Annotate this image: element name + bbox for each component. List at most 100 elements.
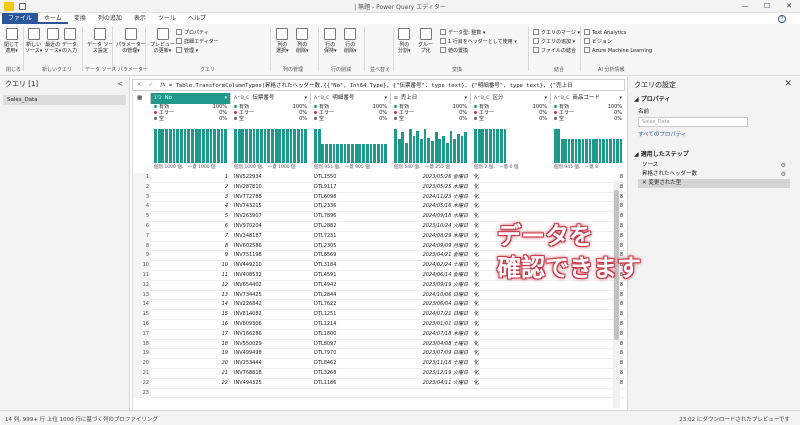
menu-tab-3[interactable]: 列の追加 <box>92 13 128 24</box>
table-cell[interactable]: INV226842 <box>231 300 311 310</box>
column-filter-dropdown-icon[interactable]: ▾ <box>464 93 467 104</box>
table-cell[interactable]: DTL4591 <box>311 271 391 281</box>
table-cell[interactable]: 19 <box>151 349 231 359</box>
table-cell[interactable]: INV768818 <box>231 369 311 379</box>
table-cell[interactable]: 化 <box>471 173 551 183</box>
table-cell[interactable]: 7 <box>133 231 151 242</box>
table-cell[interactable]: 化 <box>471 340 551 350</box>
table-cell[interactable]: DTL1550 <box>311 173 391 183</box>
menu-tab-4[interactable]: 表示 <box>128 13 152 24</box>
table-cell[interactable]: 4 <box>133 202 151 213</box>
vertical-scrollbar[interactable] <box>613 180 620 408</box>
ribbon-button-0[interactable]: 閉じて 適用▾ <box>4 28 19 54</box>
table-cell[interactable]: 2024/08/29 木曜日 <box>391 232 471 242</box>
ribbon-small-button-6[interactable]: クエリのマージ ▾ <box>533 29 580 36</box>
table-cell[interactable]: INV494325 <box>231 379 311 389</box>
ribbon-small-button-4[interactable]: 1 行目をヘッダーとして使用 ▾ <box>440 38 517 45</box>
table-cell[interactable]: DTL8569 <box>311 251 391 261</box>
gear-icon[interactable]: ⚙ <box>781 170 786 179</box>
column-type-icon[interactable]: A^B_C <box>314 96 329 101</box>
table-cell[interactable]: 2023/04/21 金曜日 <box>391 251 471 261</box>
table-cell[interactable]: 2023/05/25 木曜日 <box>391 183 471 193</box>
table-cell[interactable]: 1 <box>151 173 231 183</box>
table-cell[interactable]: 2024/09/18 水曜日 <box>391 212 471 222</box>
table-cell[interactable] <box>311 389 391 399</box>
table-cell[interactable]: 5 <box>151 212 231 222</box>
table-cell[interactable]: DTL3268 <box>311 369 391 379</box>
table-cell[interactable]: 2023/05/26 金曜日 <box>391 173 471 183</box>
table-row[interactable]: 2 2 INV287810 DTL9117 2023/05/25 木曜日化 8 <box>133 182 625 193</box>
table-cell[interactable]: 2024/05/16 木曜日 <box>391 202 471 212</box>
ribbon-small-button-11[interactable]: Azure Machine Learning <box>584 47 652 54</box>
table-row[interactable]: 1 1 INV522934 DTL1550 2023/05/26 金曜日化 8 <box>133 173 625 183</box>
column-type-icon[interactable]: ⊞ <box>394 96 398 101</box>
table-cell[interactable]: 2 <box>151 183 231 193</box>
table-cell[interactable]: 3 <box>133 192 151 203</box>
table-cell[interactable]: 化 <box>471 369 551 379</box>
column-filter-dropdown-icon[interactable]: ▾ <box>384 93 387 104</box>
table-cell[interactable]: 9 <box>133 251 151 262</box>
table-row[interactable]: 22 22 INV494325 DTL1186 2023/04/11 火曜日化 8 <box>133 378 625 389</box>
table-row[interactable]: 18 18 INV550029 DTL8097 2023/04/08 土曜日化 8 <box>133 339 625 350</box>
column-type-icon[interactable]: A^B_C <box>554 96 569 101</box>
table-cell[interactable]: 18 <box>133 339 151 350</box>
table-cell[interactable] <box>471 389 551 399</box>
table-cell[interactable]: 12 <box>133 280 151 291</box>
column-filter-dropdown-icon[interactable]: ▾ <box>224 93 227 104</box>
table-cell[interactable]: INV166286 <box>231 330 311 340</box>
table-cell[interactable]: 16 <box>133 320 151 330</box>
table-cell[interactable]: 6 <box>133 222 151 232</box>
table-cell[interactable]: 10 <box>133 261 151 271</box>
table-cell[interactable]: INV734425 <box>231 291 311 301</box>
ribbon-button-12[interactable]: グルー プ化 <box>418 28 433 54</box>
table-cell[interactable]: 19 <box>133 349 151 360</box>
ribbon-small-button-3[interactable]: データ型: 整数 ▾ <box>440 29 485 36</box>
table-cell[interactable]: 2024/07/21 日曜日 <box>391 310 471 320</box>
applied-step-2[interactable]: ✕ 変更された型 <box>638 179 790 188</box>
table-cell[interactable]: 化 <box>471 349 551 359</box>
confirm-formula-button[interactable]: ✓ <box>145 82 157 88</box>
menu-tab-0[interactable]: ファイル <box>2 13 39 24</box>
table-cell[interactable]: 10 <box>151 261 231 271</box>
table-cell[interactable]: 2024/02/24 土曜日 <box>391 261 471 271</box>
table-cell[interactable]: 2024/11/23 土曜日 <box>391 193 471 203</box>
close-button[interactable]: ✕ <box>778 0 800 13</box>
table-cell[interactable]: DTL9117 <box>311 183 391 193</box>
table-cell[interactable]: INV970204 <box>231 222 311 232</box>
ribbon-small-button-10[interactable]: ビジョン <box>584 38 612 45</box>
ribbon-button-2[interactable]: 最近の ソース▾ <box>44 28 61 54</box>
ribbon-button-6[interactable]: プレビュー の更新▾ <box>150 28 175 54</box>
ribbon-small-button-8[interactable]: ファイルの結合 <box>533 47 576 54</box>
select-all-corner[interactable]: ▦ <box>133 93 151 104</box>
table-cell[interactable]: DTL7896 <box>311 212 391 222</box>
query-name-input[interactable]: Sales_Data <box>638 117 748 127</box>
table-cell[interactable]: 3 <box>151 193 231 203</box>
table-cell[interactable]: 14 <box>133 300 151 311</box>
ribbon-button-8[interactable]: 列の 削除▾ <box>296 28 309 54</box>
table-cell[interactable]: 2023/04/08 土曜日 <box>391 340 471 350</box>
table-cell[interactable]: 6 <box>151 222 231 232</box>
table-cell[interactable]: 21 <box>151 369 231 379</box>
table-cell[interactable]: INV449210 <box>231 261 311 271</box>
ribbon-small-button-7[interactable]: クエリの追加 ▾ <box>533 38 575 45</box>
formula-input[interactable]: = Table.TransformColumnTypes(昇格されたヘッダー数,… <box>169 81 573 89</box>
applied-steps-heading[interactable]: ◢ 適用したステップ <box>628 146 800 161</box>
column-header-4[interactable]: A^B_C 区分 ▾ <box>471 93 551 104</box>
table-cell[interactable]: 化 <box>471 320 551 330</box>
table-cell[interactable]: INV253444 <box>231 359 311 369</box>
table-cell[interactable]: DTL1186 <box>311 379 391 389</box>
table-cell[interactable]: 18 <box>151 340 231 350</box>
table-cell[interactable]: INV408532 <box>231 271 311 281</box>
table-cell[interactable]: 2023/12/19 火曜日 <box>391 369 471 379</box>
table-cell[interactable]: 化 <box>471 359 551 369</box>
table-cell[interactable]: INV499498 <box>231 349 311 359</box>
table-row[interactable]: 16 16 INV809306 DTL1214 2023/01/01 日曜日化 8 <box>133 320 625 330</box>
gear-icon[interactable]: ⚙ <box>781 161 786 170</box>
table-cell[interactable]: 22 <box>151 379 231 389</box>
table-cell[interactable]: 2024/06/14 金曜日 <box>391 271 471 281</box>
table-cell[interactable]: 22 <box>133 378 151 389</box>
table-cell[interactable]: 8 <box>151 242 231 252</box>
cancel-formula-button[interactable]: ✕ <box>133 82 145 88</box>
table-cell[interactable]: 化 <box>471 300 551 310</box>
column-header-5[interactable]: A^B_C 商品コード ▾ <box>551 93 625 104</box>
